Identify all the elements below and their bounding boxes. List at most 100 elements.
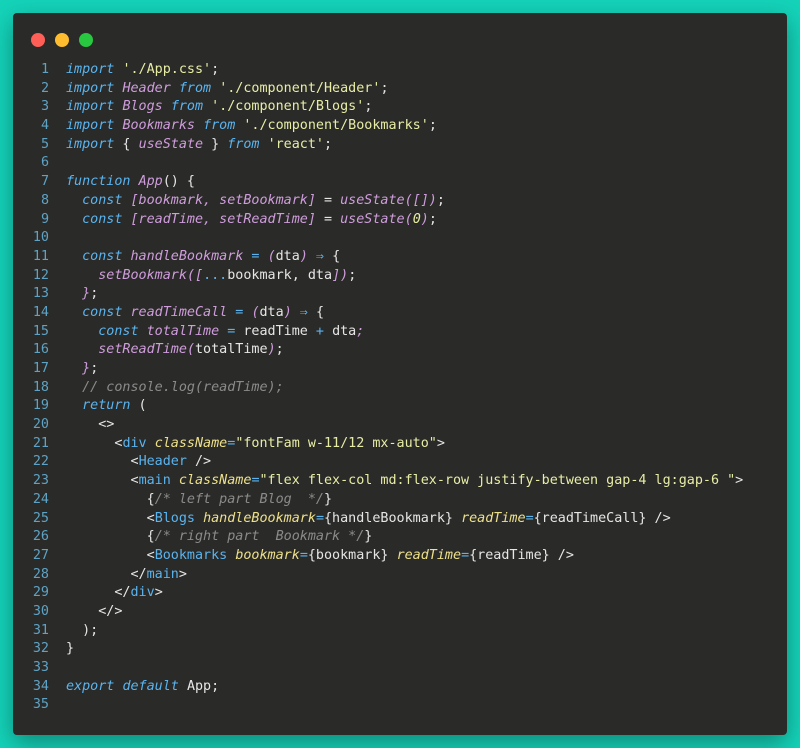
code-window: 1 import './App.css'; 2 import Header from … [13, 13, 787, 735]
code-token: useState [340, 211, 405, 227]
code-token: dta [332, 323, 357, 339]
code-token: <> [98, 417, 115, 433]
code-token: main [146, 566, 179, 582]
code-token: useState [138, 136, 204, 152]
line-number: 34 [32, 678, 49, 694]
close-button[interactable] [31, 33, 45, 47]
code-line: 35 [13, 696, 787, 715]
code-line: 17 }; [13, 360, 787, 379]
code-line: 9 const [readTime, setReadTime] = useSta… [13, 211, 787, 230]
code-token: setReadTime [98, 342, 187, 358]
code-line: 32} [13, 640, 787, 659]
code-line: 6 [13, 154, 787, 173]
code-token: = [299, 547, 308, 563]
code-token: ([]) [404, 192, 437, 208]
line-source: {/* right part Bookmark */} [49, 528, 373, 547]
code-token: const [82, 192, 123, 208]
line-number: 21 [32, 435, 49, 451]
line-source: </main> [49, 566, 187, 585]
line-source: <div className="fontFam w-11/12 mx-auto"… [49, 435, 445, 454]
line-number: 19 [32, 398, 49, 414]
code-token: ( [404, 211, 413, 227]
code-token: < [146, 547, 155, 563]
code-line: 4 import Bookmarks from './component/Book… [13, 117, 787, 136]
window-controls [31, 33, 93, 47]
minimize-button[interactable] [55, 33, 69, 47]
code-token: } [66, 641, 75, 657]
code-token: from [178, 80, 212, 96]
code-token: ; [428, 118, 437, 134]
line-source: setReadTime(totalTime); [49, 341, 283, 360]
code-token: ( [186, 342, 195, 358]
code-token: ; [348, 267, 357, 283]
code-token: return [82, 398, 131, 414]
code-token: { [315, 304, 324, 320]
code-line: 22 <Header /> [13, 453, 787, 472]
code-token: export [66, 678, 115, 694]
code-token: = [315, 211, 341, 227]
code-token: () { [162, 174, 195, 190]
code-token: from [227, 136, 260, 152]
code-token: > [154, 585, 163, 601]
line-number: 13 [32, 286, 49, 302]
line-source: const [bookmark, setBookmark] = useState… [49, 192, 445, 211]
code-token: </> [98, 603, 123, 619]
code-token: useState [340, 192, 405, 208]
code-token: ) [420, 211, 429, 227]
code-line: 30 </> [13, 603, 787, 622]
code-token: dta [275, 248, 300, 264]
line-source: <Bookmarks bookmark={bookmark} readTime=… [49, 547, 574, 566]
code-line: 7 function App() { [13, 173, 787, 192]
code-line: 8 const [bookmark, setBookmark] = useSta… [13, 192, 787, 211]
code-line: 19 return ( [13, 397, 787, 416]
code-token: ([ [186, 267, 204, 283]
code-token: } [324, 491, 333, 507]
code-token: import [66, 118, 115, 134]
line-source: import Header from './component/Header'; [49, 80, 389, 99]
line-source [49, 696, 66, 715]
line-number: 14 [32, 304, 49, 320]
line-number: 25 [32, 510, 49, 526]
line-number: 9 [40, 211, 49, 227]
code-token: './component/Header' [219, 80, 381, 96]
code-token: ( [251, 304, 260, 320]
line-source: const totalTime = readTime + dta; [49, 323, 364, 342]
code-token: = [219, 323, 244, 339]
code-token: div [122, 435, 147, 451]
line-source: <Blogs handleBookmark={handleBookmark} r… [49, 510, 671, 529]
maximize-button[interactable] [79, 33, 93, 47]
line-source [49, 229, 66, 248]
code-token: main [138, 473, 171, 489]
code-line: 27 <Bookmarks bookmark={bookmark} readTi… [13, 547, 787, 566]
code-token: from [170, 99, 204, 115]
line-source: const [readTime, setReadTime] = useState… [49, 211, 437, 230]
code-token: /> [186, 454, 212, 470]
code-token: /* left part Blog */ [154, 491, 324, 507]
code-line: 3 import Blogs from './component/Blogs'; [13, 98, 787, 117]
code-token: setBookmark [98, 267, 187, 283]
code-token: App [186, 678, 212, 694]
code-line: 33 [13, 659, 787, 678]
code-token: import [66, 62, 115, 77]
code-token: = [243, 248, 268, 264]
line-source: }; [49, 285, 98, 304]
code-token: App [138, 174, 163, 190]
line-source: ); [49, 622, 98, 641]
line-number: 28 [32, 566, 49, 582]
code-token: [readTime, setReadTime] [130, 211, 316, 227]
